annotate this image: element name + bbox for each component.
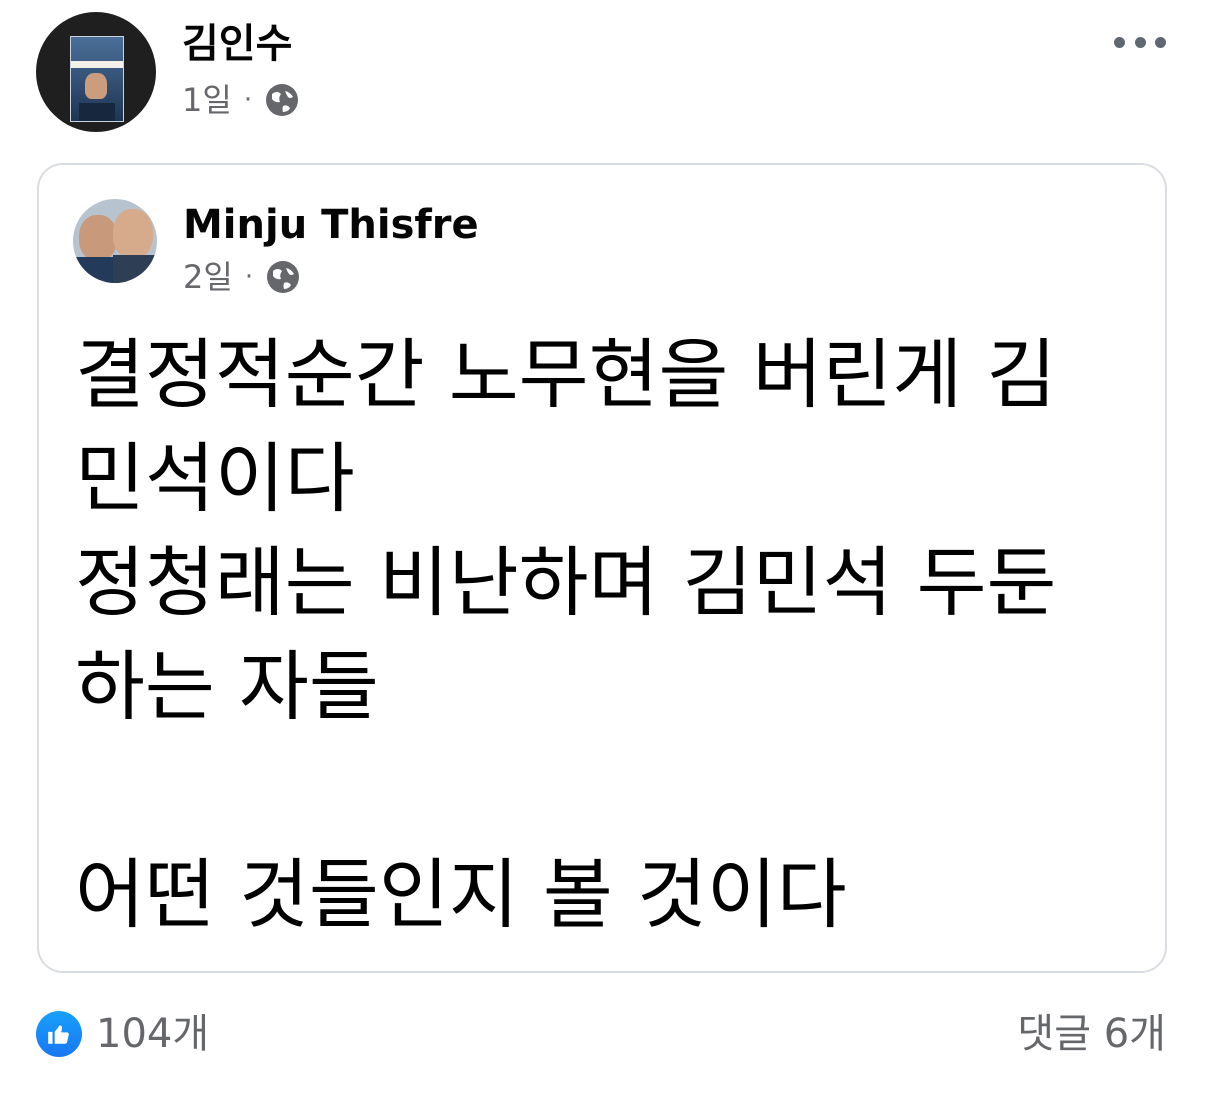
reactions-summary[interactable]: 104개 xyxy=(36,1010,209,1058)
post-author-avatar[interactable] xyxy=(36,12,156,132)
meta-separator: · xyxy=(244,262,254,292)
comment-count[interactable]: 댓글 6개 xyxy=(1017,1010,1166,1058)
post-text-line: 어떤 것들인지 볼 것이다 xyxy=(75,850,847,939)
post-meta: 1일 · xyxy=(182,80,300,120)
shared-author-avatar[interactable] xyxy=(73,199,157,283)
post-text-line: 하는 자들 xyxy=(75,642,379,731)
meta-separator: · xyxy=(243,85,253,115)
post-text-line: 결정적순간 노무현을 버린게 김 xyxy=(75,330,1057,419)
globe-icon[interactable] xyxy=(264,82,300,118)
like-count[interactable]: 104개 xyxy=(96,1010,209,1058)
post-author-name[interactable]: 김인수 xyxy=(182,20,292,68)
post-text-blank-line xyxy=(75,739,1135,843)
shared-author-name[interactable]: Minju Thisfre xyxy=(183,201,479,249)
post-timestamp[interactable]: 1일 xyxy=(182,80,232,120)
shared-post-timestamp[interactable]: 2일 xyxy=(183,257,233,297)
shared-post-text: 결정적순간 노무현을 버린게 김 민석이다 정청래는 비난하며 김민석 두둔 하… xyxy=(75,323,1135,947)
more-options-icon[interactable] xyxy=(1114,30,1166,54)
book-cover-image xyxy=(70,36,124,122)
shared-post-card[interactable]: Minju Thisfre 2일 · 결정적순간 노무현을 버린게 김 민석이다… xyxy=(37,163,1167,973)
shared-post-meta: 2일 · xyxy=(183,257,301,297)
post-text-line: 정청래는 비난하며 김민석 두둔 xyxy=(75,538,1057,627)
globe-icon[interactable] xyxy=(265,259,301,295)
post-text-line: 민석이다 xyxy=(75,434,355,523)
thumbs-up-icon xyxy=(36,1011,82,1057)
